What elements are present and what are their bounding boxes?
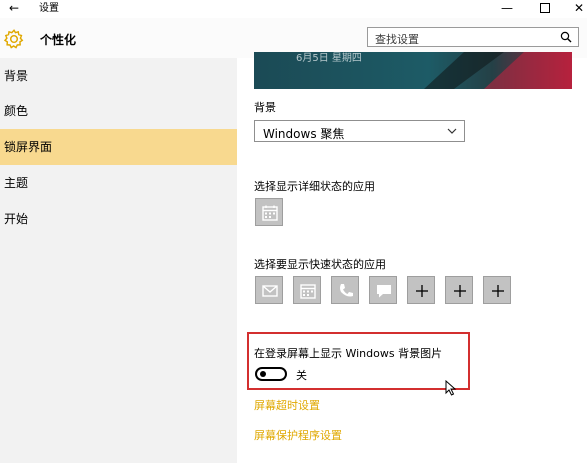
chevron-down-icon xyxy=(447,128,457,134)
quick-status-add-slot-1[interactable] xyxy=(407,276,435,304)
sidebar: 背景 颜色 锁屏界面 主题 开始 xyxy=(0,58,237,463)
sidebar-item-lock-screen[interactable]: 锁屏界面 xyxy=(0,129,237,165)
highlight-annotation-box xyxy=(247,332,470,390)
calendar-icon xyxy=(300,284,316,299)
main-panel: 6月5日 星期四 背景 Windows 聚焦 选择显示详细状态的应用 选择要显示… xyxy=(237,52,587,463)
calendar-icon xyxy=(262,205,278,221)
minimize-button[interactable]: — xyxy=(492,0,522,16)
screen-timeout-settings-link[interactable]: 屏幕超时设置 xyxy=(254,397,320,413)
quick-status-app-messaging[interactable] xyxy=(369,276,397,304)
message-icon xyxy=(377,285,391,298)
quick-status-add-slot-2[interactable] xyxy=(445,276,473,304)
phone-icon xyxy=(340,284,353,297)
toggle-knob xyxy=(260,371,266,377)
window-title: 设置 xyxy=(39,3,59,14)
search-placeholder: 查找设置 xyxy=(375,33,419,46)
detailed-status-app-button[interactable] xyxy=(255,198,283,226)
sidebar-item-background[interactable]: 背景 xyxy=(0,58,237,94)
show-background-toggle[interactable] xyxy=(255,367,287,381)
preview-caption: 6月5日 星期四 xyxy=(296,53,362,64)
search-icon[interactable] xyxy=(560,31,572,43)
sidebar-item-themes[interactable]: 主题 xyxy=(0,165,237,201)
maximize-icon xyxy=(540,3,550,13)
detailed-status-label: 选择显示详细状态的应用 xyxy=(254,180,375,193)
mouse-cursor-icon xyxy=(445,380,457,396)
quick-status-app-calendar[interactable] xyxy=(293,276,321,304)
background-label: 背景 xyxy=(254,101,276,114)
search-input[interactable]: 查找设置 xyxy=(367,27,579,47)
gear-icon xyxy=(3,29,24,49)
toggle-state-text: 关 xyxy=(296,369,307,382)
close-button[interactable]: ✕ xyxy=(564,0,587,16)
lock-screen-preview: 6月5日 星期四 xyxy=(254,52,572,89)
quick-status-label: 选择要显示快速状态的应用 xyxy=(254,258,386,271)
background-dropdown[interactable]: Windows 聚焦 xyxy=(254,120,465,142)
background-dropdown-value: Windows 聚焦 xyxy=(263,127,345,141)
back-button[interactable]: ← xyxy=(9,1,19,15)
quick-status-app-mail[interactable] xyxy=(255,276,283,304)
preview-image-shape xyxy=(424,52,572,89)
sidebar-item-colors[interactable]: 颜色 xyxy=(0,93,237,129)
quick-status-add-slot-3[interactable] xyxy=(483,276,511,304)
sidebar-item-start[interactable]: 开始 xyxy=(0,201,237,237)
plus-icon xyxy=(492,285,504,297)
screen-saver-settings-link[interactable]: 屏幕保护程序设置 xyxy=(254,427,342,443)
quick-status-app-phone[interactable] xyxy=(331,276,359,304)
show-background-toggle-label: 在登录屏幕上显示 Windows 背景图片 xyxy=(254,347,443,360)
maximize-button[interactable] xyxy=(530,0,560,16)
mail-icon xyxy=(262,285,278,297)
plus-icon xyxy=(416,285,428,297)
page-title: 个性化 xyxy=(40,33,77,47)
plus-icon xyxy=(454,285,466,297)
title-bar: ← 设置 — ✕ xyxy=(0,0,587,18)
